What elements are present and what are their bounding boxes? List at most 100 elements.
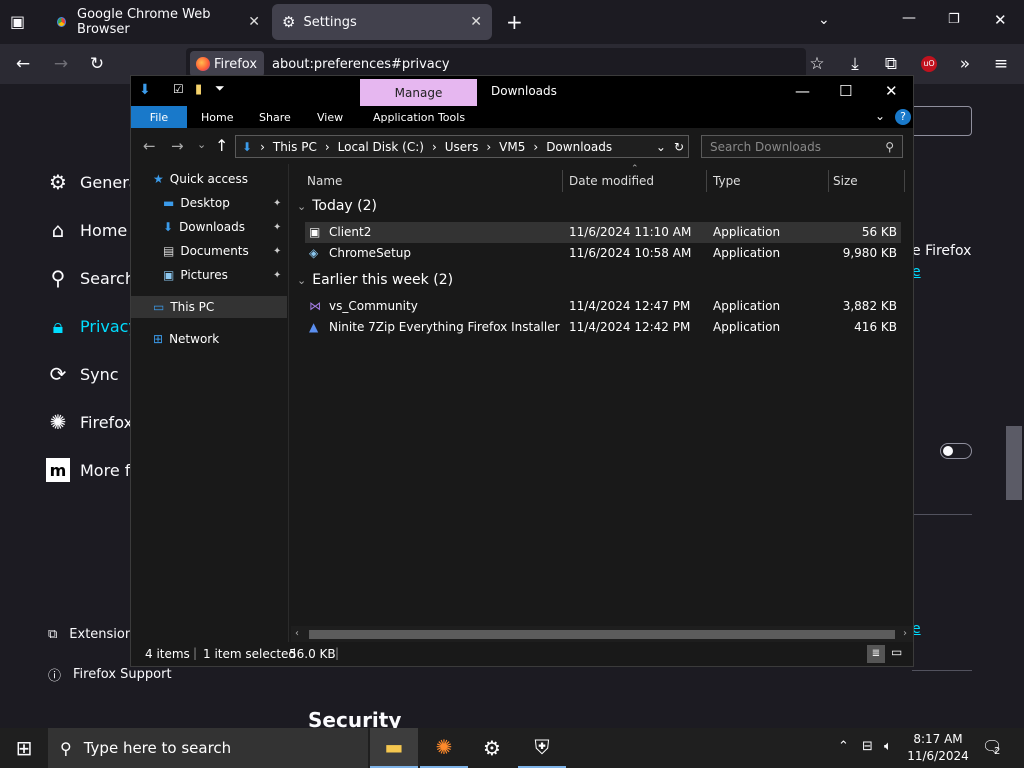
url-text[interactable]: about:preferences#privacy bbox=[272, 57, 450, 72]
breadcrumb-this-pc[interactable]: This PC bbox=[273, 140, 317, 154]
restore-button[interactable]: ❐ bbox=[948, 12, 960, 27]
minimize-button[interactable]: — bbox=[902, 10, 916, 26]
chevron-down-icon[interactable]: ⌄ bbox=[656, 140, 666, 154]
hamburger-menu-icon[interactable]: ≡ bbox=[988, 52, 1014, 76]
settings-nav-home[interactable]: ⌂ Home bbox=[46, 218, 128, 242]
manage-context-tab[interactable]: Manage bbox=[360, 79, 477, 106]
file-row-chromesetup[interactable]: ◈ ChromeSetup 11/6/2024 10:58 AM Applica… bbox=[305, 243, 901, 264]
details-view-icon[interactable]: ≣ bbox=[867, 645, 885, 663]
settings-gear-icon[interactable]: ⚙ bbox=[468, 728, 516, 768]
scroll-right-icon[interactable]: › bbox=[903, 628, 907, 639]
close-tab-icon[interactable]: ✕ bbox=[248, 14, 260, 30]
forward-button[interactable]: → bbox=[48, 52, 74, 76]
refresh-icon[interactable]: ↻ bbox=[674, 140, 684, 154]
star-icon: ★ bbox=[153, 172, 164, 186]
find-in-settings-input[interactable] bbox=[910, 106, 972, 136]
settings-extensions-link[interactable]: ⧉ Extension bbox=[48, 627, 133, 642]
nav-downloads[interactable]: ⬇ Downloads ✦ bbox=[131, 216, 287, 238]
breadcrumb-local-disk[interactable]: Local Disk (C:) bbox=[338, 140, 424, 154]
breadcrumb-downloads[interactable]: Downloads bbox=[546, 140, 612, 154]
file-row-vs-community[interactable]: ⋈ vs_Community 11/4/2024 12:47 PM Applic… bbox=[305, 296, 901, 317]
chevron-down-icon[interactable]: ⌄ bbox=[818, 12, 830, 28]
properties-icon[interactable]: ☑ bbox=[173, 82, 184, 96]
help-icon[interactable]: ? bbox=[895, 109, 911, 125]
tab-chrome[interactable]: Google Chrome Web Browser ✕ bbox=[44, 4, 270, 40]
installer-icon: ◈ bbox=[309, 246, 319, 260]
folder-icon[interactable]: ▮ bbox=[195, 82, 202, 97]
ribbon-tab-application-tools[interactable]: Application Tools bbox=[373, 111, 465, 124]
nav-quick-access[interactable]: ★ Quick access bbox=[131, 168, 287, 190]
nav-network[interactable]: ⊞ Network bbox=[131, 328, 287, 350]
up-button[interactable]: ↑ bbox=[215, 136, 228, 155]
volume-icon[interactable]: 🔈︎ bbox=[884, 739, 892, 754]
windows-start-icon[interactable]: ⊞ bbox=[0, 728, 48, 768]
overflow-menu-icon[interactable]: » bbox=[952, 52, 978, 76]
downloads-icon[interactable]: ⤓ bbox=[842, 52, 868, 76]
ribbon-tab-file[interactable]: File bbox=[131, 106, 187, 128]
recent-locations-icon[interactable]: ⌄ bbox=[197, 138, 206, 151]
column-header-size[interactable]: Size bbox=[833, 170, 905, 192]
ninite-icon: ▲ bbox=[309, 320, 319, 334]
settings-support-link[interactable]: ⓘ Firefox Support bbox=[48, 665, 172, 684]
horizontal-scrollbar[interactable]: ‹ › bbox=[291, 626, 913, 642]
taskbar-search-input[interactable]: ⚲ Type here to search bbox=[48, 728, 368, 768]
ribbon-tab-view[interactable]: View bbox=[317, 111, 343, 124]
close-window-button[interactable]: ✕ bbox=[994, 11, 1007, 29]
identity-box[interactable]: Firefox bbox=[190, 51, 264, 77]
group-header-today[interactable]: ⌄ Today (2) bbox=[297, 198, 377, 214]
maximize-button[interactable]: ☐ bbox=[839, 82, 852, 100]
close-button[interactable]: ✕ bbox=[885, 82, 898, 100]
file-explorer-window: ⬇ ☑ ▮ ⏷ Manage Downloads — ☐ ✕ File Home… bbox=[130, 75, 914, 667]
search-input[interactable]: Search Downloads ⚲ bbox=[701, 135, 903, 158]
settings-nav-general[interactable]: ⚙ Genera bbox=[46, 170, 139, 194]
file-row-ninite[interactable]: ▲ Ninite 7Zip Everything Firefox Install… bbox=[305, 317, 901, 338]
home-icon: ⌂ bbox=[51, 218, 65, 242]
column-header-name[interactable]: Name bbox=[307, 170, 563, 192]
column-header-type[interactable]: Type bbox=[713, 170, 829, 192]
desktop-icon: ▬ bbox=[163, 196, 175, 210]
toggle-switch[interactable] bbox=[940, 443, 972, 459]
settings-nav-sync[interactable]: ⟳ Sync bbox=[46, 362, 119, 386]
close-tab-icon[interactable]: ✕ bbox=[470, 14, 482, 30]
settings-nav-firefox[interactable]: ✺ Firefox bbox=[46, 410, 133, 434]
settings-nav-privacy[interactable]: 🔒︎ Privacy bbox=[46, 314, 138, 338]
network-status-icon[interactable]: ⊟ bbox=[862, 739, 873, 754]
quick-access-dropdown-icon[interactable]: ⏷ bbox=[215, 81, 225, 96]
tab-list-icon[interactable]: ▣ bbox=[10, 12, 25, 31]
file-explorer-icon[interactable]: ▬ bbox=[370, 728, 418, 768]
file-row-client2[interactable]: ▣ Client2 11/6/2024 11:10 AM Application… bbox=[305, 222, 901, 243]
bookmark-star-icon[interactable]: ☆ bbox=[804, 52, 830, 76]
breadcrumb-vm5[interactable]: VM5 bbox=[499, 140, 525, 154]
chevron-down-icon[interactable]: ⌄ bbox=[875, 109, 885, 123]
large-icons-view-icon[interactable]: ▭ bbox=[891, 645, 902, 659]
back-button[interactable]: ← bbox=[143, 137, 156, 155]
taskbar-clock[interactable]: 8:17 AM 11/6/2024 bbox=[906, 731, 970, 765]
nav-this-pc[interactable]: ▭ This PC bbox=[131, 296, 287, 318]
new-tab-button[interactable]: + bbox=[506, 10, 523, 34]
address-bar[interactable]: ⬇ › This PC › Local Disk (C:) › Users › … bbox=[235, 135, 689, 158]
ribbon-tab-home[interactable]: Home bbox=[201, 111, 233, 124]
page-scrollbar-thumb[interactable] bbox=[1006, 426, 1022, 500]
scrollbar-thumb[interactable] bbox=[309, 630, 895, 639]
group-header-earlier-this-week[interactable]: ⌄ Earlier this week (2) bbox=[297, 272, 453, 288]
nav-documents[interactable]: ▤ Documents ✦ bbox=[131, 240, 287, 262]
settings-nav-search[interactable]: ⚲ Search bbox=[46, 266, 135, 290]
tab-settings[interactable]: ⚙ Settings ✕ bbox=[272, 4, 492, 40]
divider bbox=[912, 514, 972, 515]
nav-desktop[interactable]: ▬ Desktop ✦ bbox=[131, 192, 287, 214]
shield-icon[interactable]: ⛨ bbox=[518, 728, 566, 768]
extensions-icon[interactable]: ⧉ bbox=[878, 52, 904, 76]
minimize-button[interactable]: — bbox=[795, 82, 810, 100]
nav-pictures[interactable]: ▣ Pictures ✦ bbox=[131, 264, 287, 286]
ublock-icon[interactable]: uO bbox=[916, 52, 942, 76]
settings-text-fragment: e Firefox bbox=[912, 243, 972, 259]
firefox-icon[interactable]: ✺ bbox=[420, 728, 468, 768]
reload-button[interactable]: ↻ bbox=[84, 52, 110, 76]
settings-nav-more-from-mozilla[interactable]: m More fr bbox=[46, 458, 137, 482]
scroll-left-icon[interactable]: ‹ bbox=[295, 628, 299, 639]
ribbon-tab-share[interactable]: Share bbox=[259, 111, 291, 124]
back-button[interactable]: ← bbox=[10, 52, 36, 76]
breadcrumb-users[interactable]: Users bbox=[445, 140, 479, 154]
forward-button[interactable]: → bbox=[171, 137, 184, 155]
show-hidden-icons-icon[interactable]: ⌃ bbox=[838, 739, 849, 754]
